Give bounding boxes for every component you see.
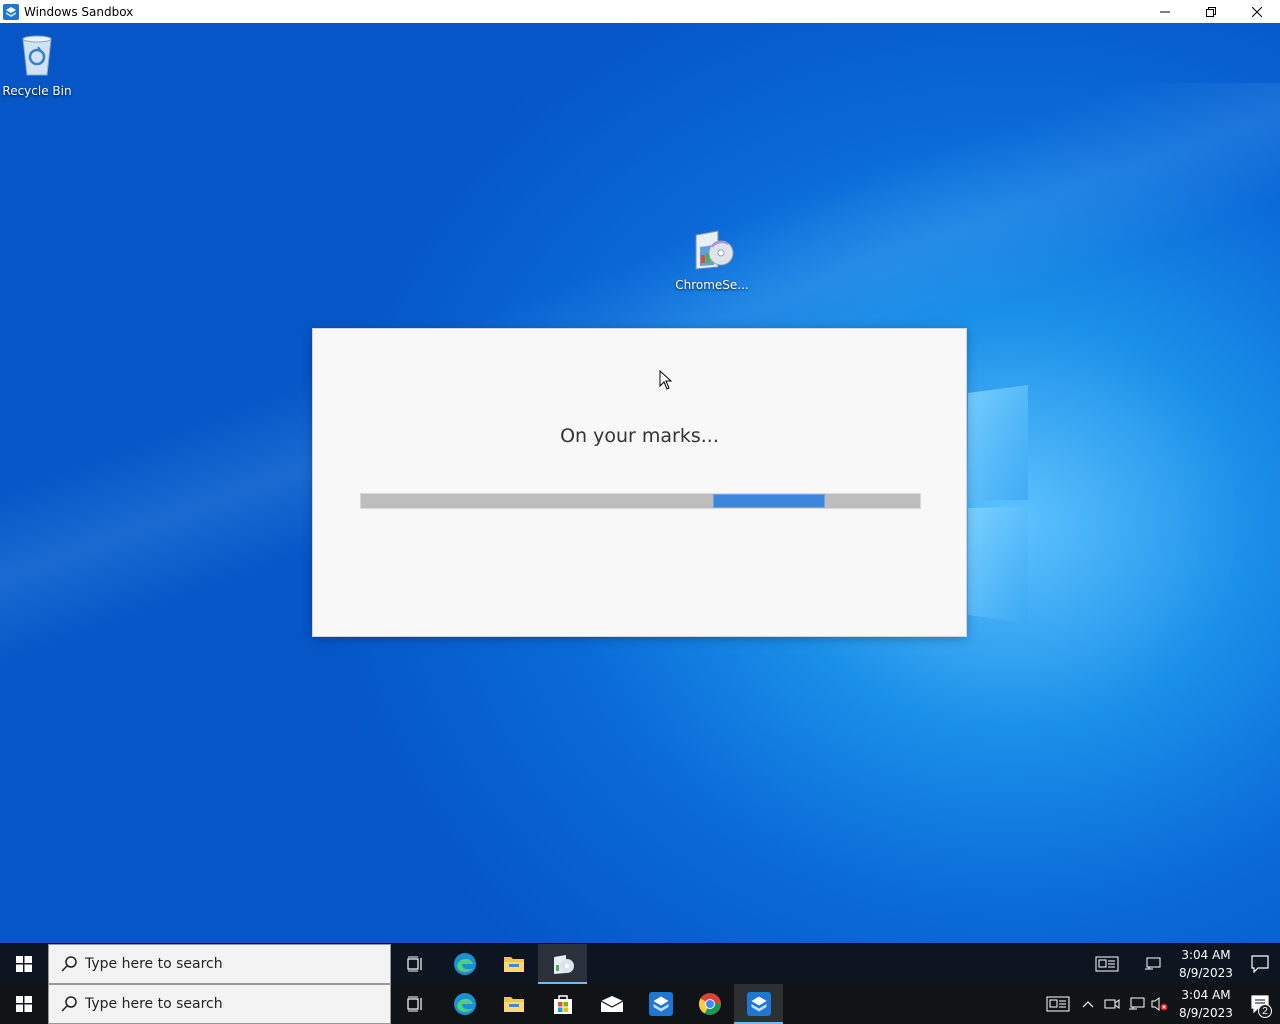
- edge-icon: [453, 993, 476, 1015]
- chrome-icon: [698, 993, 721, 1015]
- action-center-button[interactable]: 2: [1240, 984, 1280, 1024]
- volume-muted-icon: [1151, 997, 1168, 1011]
- file-explorer-icon: [503, 997, 524, 1012]
- desktop-icon-label: ChromeSe...: [675, 278, 749, 292]
- start-button[interactable]: [0, 944, 48, 984]
- task-view-button[interactable]: [391, 984, 440, 1024]
- setup-progress-bar: [360, 493, 921, 509]
- sandbox-icon: [746, 992, 771, 1016]
- action-center-button[interactable]: [1240, 944, 1280, 984]
- windows-start-icon: [16, 996, 32, 1012]
- taskbar-file-explorer[interactable]: [489, 944, 538, 984]
- taskbar-mail[interactable]: [587, 984, 636, 1024]
- sandbox-icon: [3, 3, 19, 20]
- notification-count-badge: 2: [1258, 1004, 1272, 1018]
- clock-time: 3:04 AM: [1181, 948, 1231, 962]
- host-taskbar: Type here to search 3:04 AM 8/9/2023 2: [0, 984, 1280, 1024]
- sandbox-icon: [648, 992, 673, 1016]
- tray-network[interactable]: [1124, 984, 1148, 1024]
- task-view-icon: [406, 956, 422, 972]
- restore-button[interactable]: [1188, 0, 1234, 23]
- recycle-bin-icon: [22, 35, 52, 76]
- system-clock[interactable]: 3:04 AM 8/9/2023: [1176, 986, 1236, 1022]
- desktop-icon-label: Recycle Bin: [2, 84, 72, 98]
- tray-show-hidden[interactable]: [1076, 984, 1100, 1024]
- taskbar-sandbox-active[interactable]: [734, 984, 783, 1024]
- taskbar-sandbox[interactable]: [636, 984, 685, 1024]
- task-view-button[interactable]: [391, 944, 440, 984]
- taskbar-file-explorer[interactable]: [489, 984, 538, 1024]
- setup-status-message: On your marks...: [560, 425, 719, 447]
- close-button[interactable]: [1234, 0, 1280, 23]
- close-icon: [1252, 6, 1262, 17]
- mouse-pointer-icon: [659, 370, 673, 390]
- tray-volume[interactable]: [1148, 984, 1172, 1024]
- desktop-icon-chrome-setup[interactable]: ChromeSe...: [672, 225, 752, 292]
- network-icon: [1145, 957, 1161, 970]
- news-icon: [1095, 956, 1119, 972]
- file-explorer-icon: [503, 957, 524, 972]
- clock-time: 3:04 AM: [1181, 988, 1231, 1002]
- system-clock[interactable]: 3:04 AM 8/9/2023: [1176, 946, 1236, 982]
- tray-network[interactable]: [1132, 944, 1172, 984]
- taskbar-chrome[interactable]: [685, 984, 734, 1024]
- clock-date: 8/9/2023: [1179, 966, 1233, 980]
- installer-icon: [695, 230, 734, 270]
- tray-news[interactable]: [1082, 944, 1132, 984]
- windows-start-icon: [16, 956, 32, 972]
- taskbar-search-box[interactable]: Type here to search: [48, 944, 391, 984]
- tray-news[interactable]: [1040, 984, 1076, 1024]
- sandbox-taskbar: Type here to search 3:04 AM 8/9/2023: [0, 944, 1280, 984]
- network-icon: [1129, 997, 1145, 1010]
- installer-icon: [553, 955, 574, 974]
- windows-logo-wallpaper: [968, 385, 1028, 623]
- search-icon: [61, 956, 77, 972]
- mail-icon: [600, 996, 623, 1012]
- taskbar-store[interactable]: [538, 984, 587, 1024]
- minimize-button[interactable]: [1142, 0, 1188, 23]
- window-title: Windows Sandbox: [24, 4, 134, 19]
- search-placeholder: Type here to search: [85, 956, 223, 972]
- taskbar-edge[interactable]: [440, 944, 489, 984]
- taskbar-search-box[interactable]: Type here to search: [48, 984, 391, 1024]
- minimize-icon: [1160, 11, 1170, 12]
- progress-indicator: [713, 494, 825, 508]
- clock-date: 8/9/2023: [1179, 1006, 1233, 1020]
- store-icon: [553, 995, 572, 1014]
- desktop-icon-recycle-bin[interactable]: Recycle Bin: [0, 31, 77, 98]
- restore-icon: [1206, 6, 1216, 17]
- desktop[interactable]: Recycle Bin ChromeSe... On your marks...: [0, 23, 1280, 943]
- camera-icon: [1104, 999, 1120, 1009]
- setup-dialog[interactable]: On your marks...: [312, 328, 967, 637]
- taskbar-chrome-setup[interactable]: [538, 944, 587, 984]
- notification-icon: [1251, 955, 1269, 973]
- chevron-up-icon: [1082, 1001, 1094, 1008]
- search-placeholder: Type here to search: [85, 996, 223, 1012]
- start-button[interactable]: [0, 984, 48, 1024]
- task-view-icon: [406, 996, 422, 1012]
- tray-meet-now[interactable]: [1100, 984, 1124, 1024]
- taskbar-edge[interactable]: [440, 984, 489, 1024]
- edge-icon: [453, 953, 476, 975]
- window-titlebar[interactable]: Windows Sandbox: [0, 0, 1280, 23]
- news-icon: [1046, 996, 1070, 1012]
- search-icon: [61, 996, 77, 1012]
